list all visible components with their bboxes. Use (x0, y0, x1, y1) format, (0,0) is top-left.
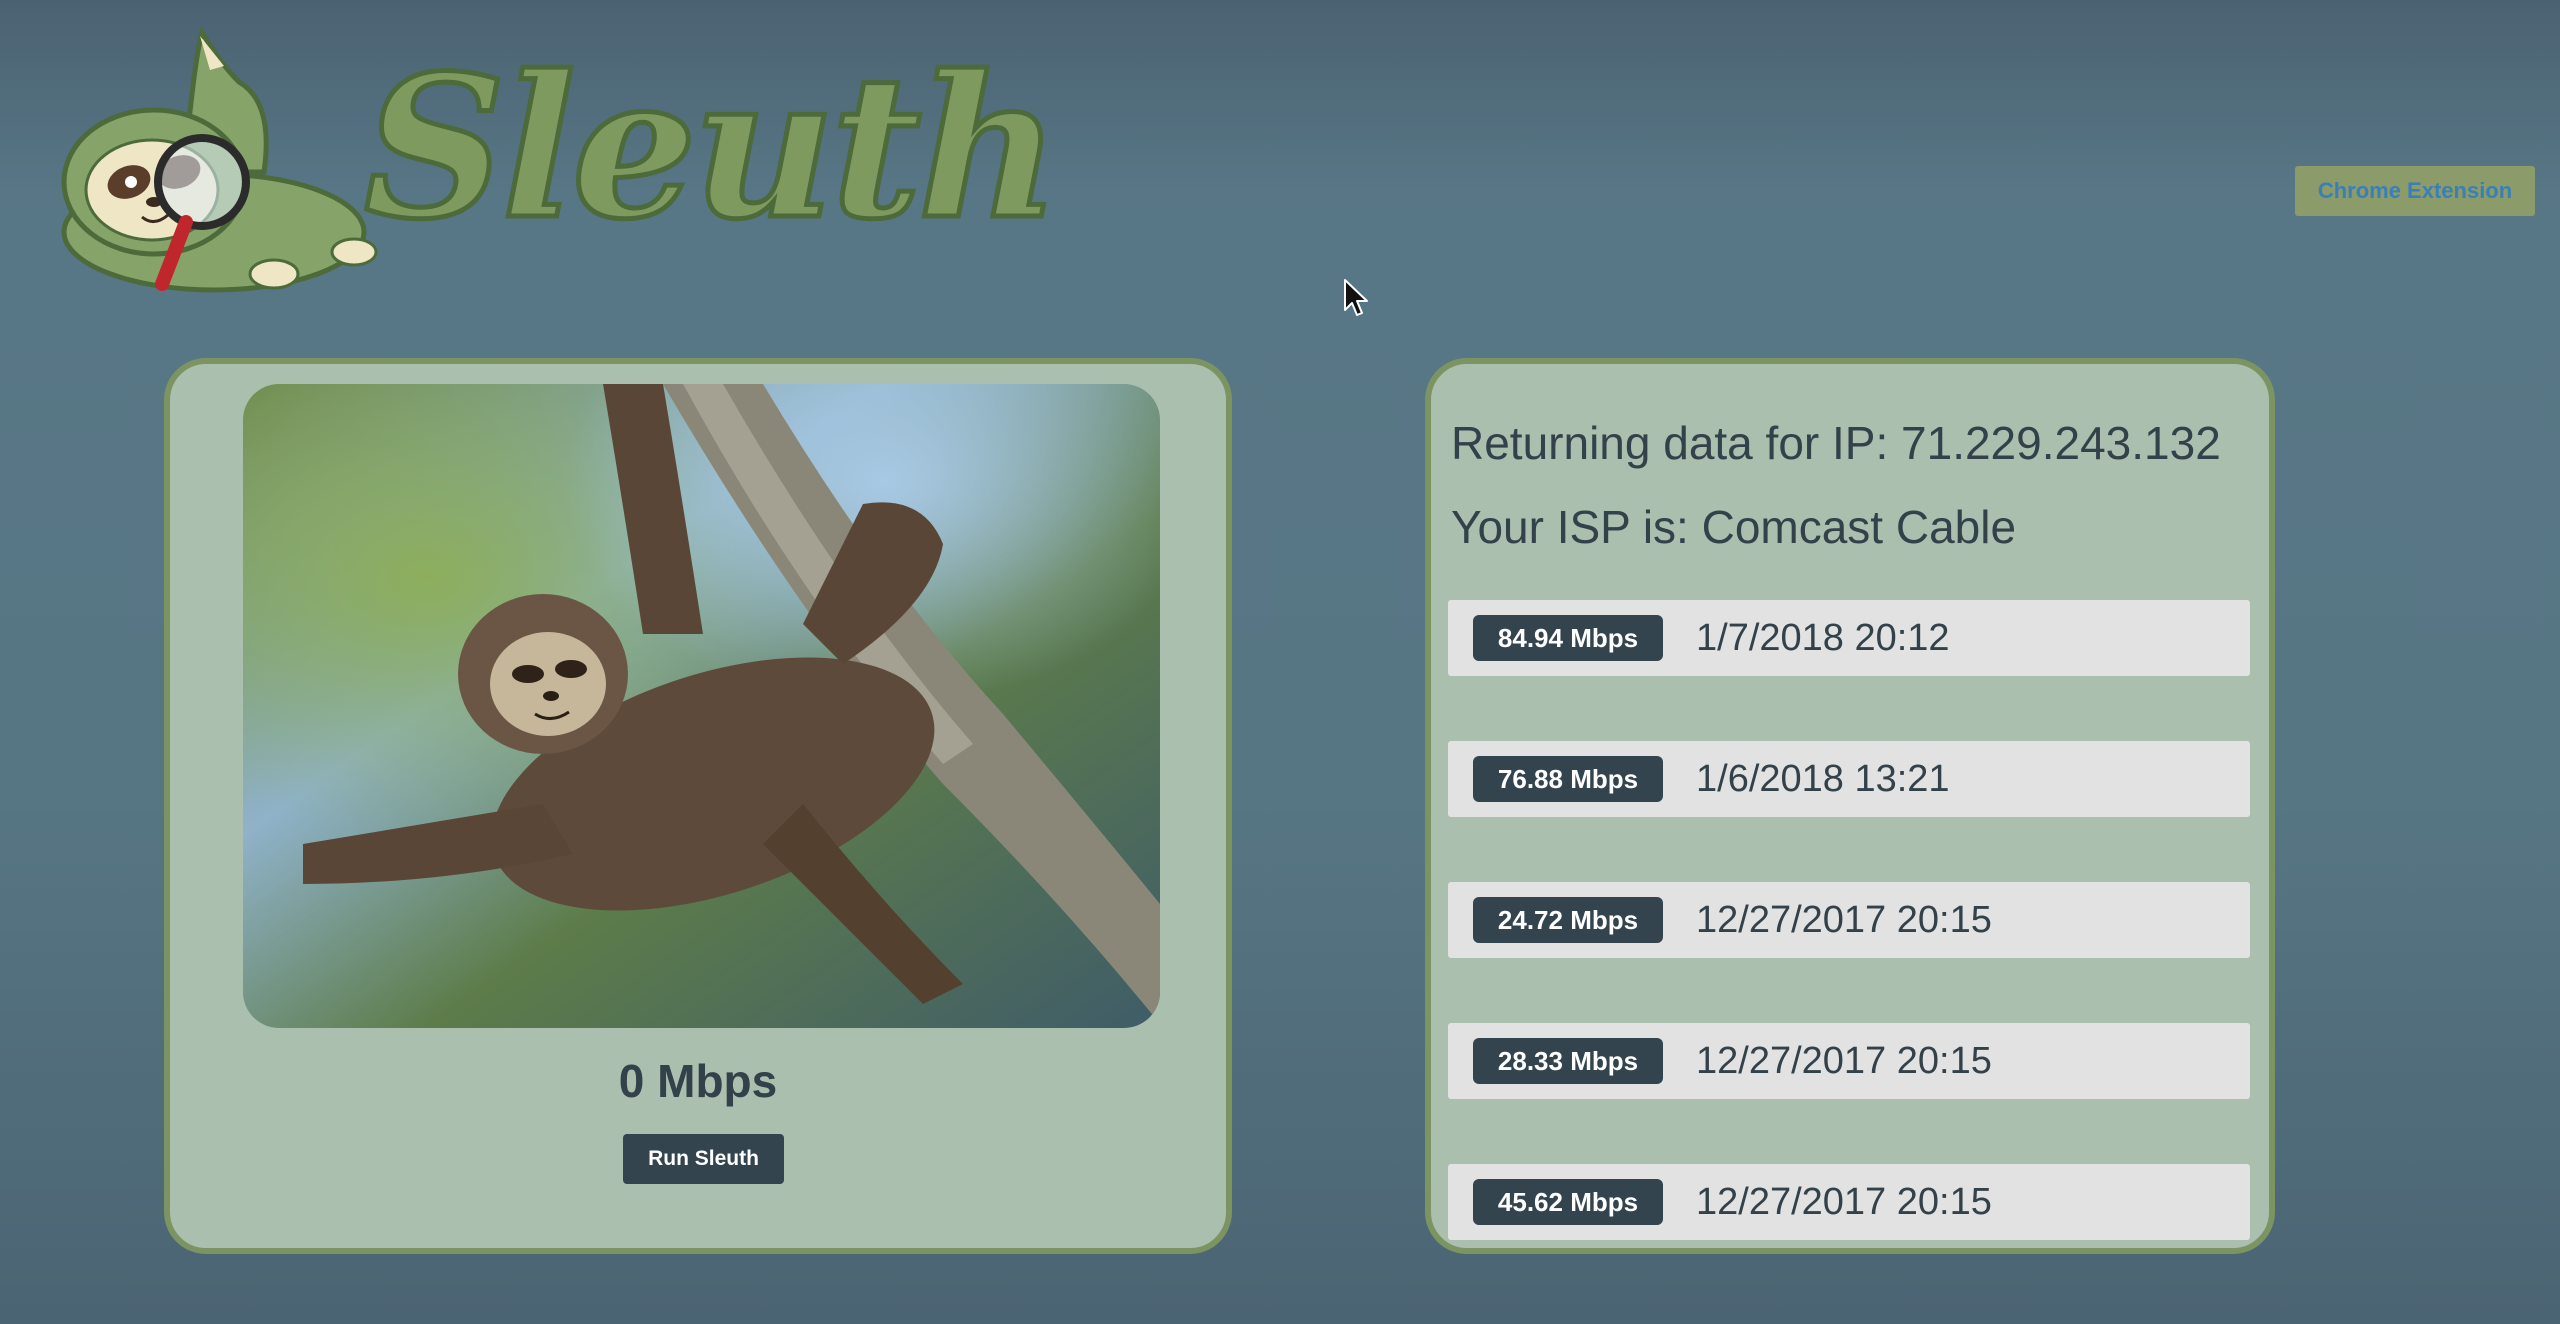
history-item: 28.33 Mbps 12/27/2017 20:15 (1448, 1023, 2250, 1099)
history-item: 76.88 Mbps 1/6/2018 13:21 (1448, 741, 2250, 817)
mouse-pointer-icon (1344, 279, 1368, 316)
chrome-extension-button[interactable]: Chrome Extension (2295, 166, 2535, 216)
history-item: 24.72 Mbps 12/27/2017 20:15 (1448, 882, 2250, 958)
speed-readout: 0 Mbps (618, 1055, 778, 1107)
history-panel[interactable]: Returning data for IP: 71.229.243.132 Yo… (1425, 358, 2275, 1254)
sleuth-logo[interactable]: Sleuth (34, 22, 1063, 302)
history-timestamp: 12/27/2017 20:15 (1696, 1181, 1992, 1223)
speed-test-panel: 0 Mbps Run Sleuth (164, 358, 1232, 1254)
speed-badge: 45.62 Mbps (1473, 1179, 1663, 1225)
speed-badge: 24.72 Mbps (1473, 897, 1663, 943)
sloth-photo (243, 384, 1160, 1028)
history-timestamp: 1/7/2018 20:12 (1696, 617, 1950, 659)
run-sleuth-button[interactable]: Run Sleuth (623, 1134, 784, 1184)
history-timestamp: 1/6/2018 13:21 (1696, 758, 1950, 800)
ip-address-text: Returning data for IP: 71.229.243.132 (1451, 417, 2221, 469)
history-timestamp: 12/27/2017 20:15 (1696, 1040, 1992, 1082)
speed-badge: 28.33 Mbps (1473, 1038, 1663, 1084)
history-item: 84.94 Mbps 1/7/2018 20:12 (1448, 600, 2250, 676)
logo-wordmark: Sleuth (361, 33, 1062, 263)
speed-badge: 76.88 Mbps (1473, 756, 1663, 802)
history-timestamp: 12/27/2017 20:15 (1696, 899, 1992, 941)
history-item: 45.62 Mbps 12/27/2017 20:15 (1448, 1164, 2250, 1240)
isp-text: Your ISP is: Comcast Cable (1451, 501, 2017, 553)
speed-badge: 84.94 Mbps (1473, 615, 1663, 661)
